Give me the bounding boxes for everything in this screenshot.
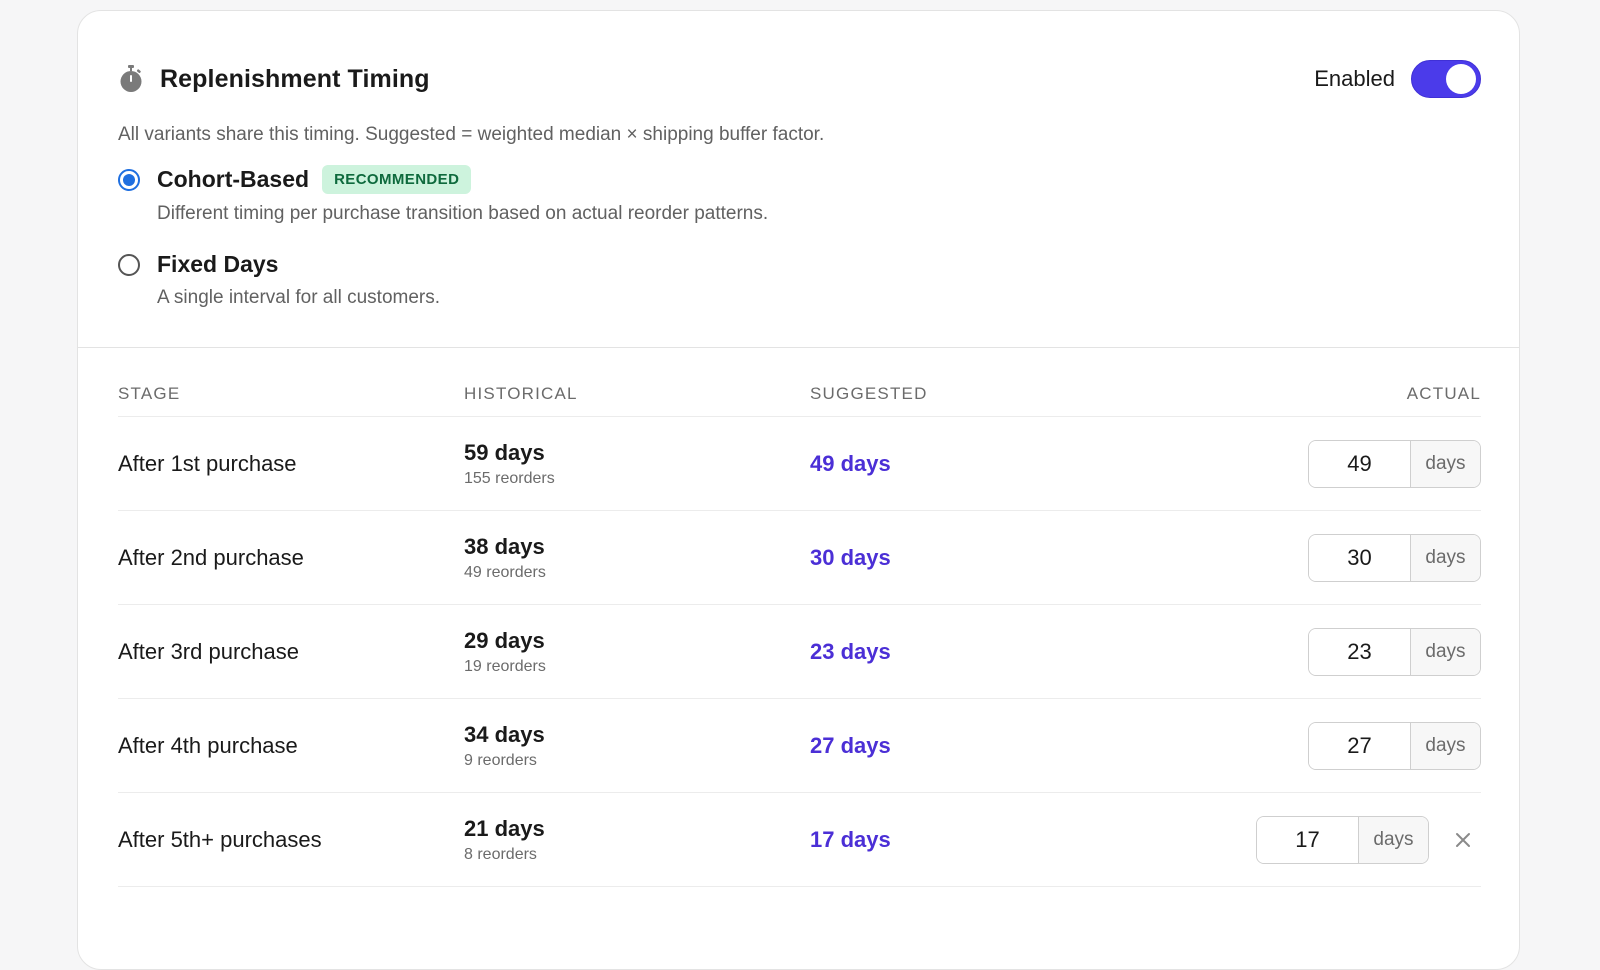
stage-label: After 2nd purchase bbox=[118, 544, 304, 570]
table-row: After 1st purchase 59 days 155 reorders … bbox=[118, 417, 1481, 511]
stopwatch-icon bbox=[120, 65, 142, 92]
historical-days: 59 days bbox=[464, 439, 545, 465]
radio-fixed-days[interactable] bbox=[118, 253, 140, 276]
option-description: A single interval for all customers. bbox=[157, 287, 441, 308]
section-divider bbox=[78, 347, 1519, 348]
option-label: Cohort-Based bbox=[157, 166, 310, 192]
historical-days: 21 days bbox=[464, 815, 545, 841]
replenishment-card: Replenishment Timing Enabled All variant… bbox=[77, 10, 1520, 970]
actual-days-group: days bbox=[1308, 721, 1481, 770]
actual-cell: days bbox=[1156, 721, 1481, 770]
reorder-count: 9 reorders bbox=[464, 751, 537, 769]
actual-days-input[interactable] bbox=[1309, 628, 1410, 675]
reorder-count: 49 reorders bbox=[464, 563, 546, 581]
table-row: After 5th+ purchases 21 days 8 reorders … bbox=[118, 793, 1481, 887]
remove-row-button[interactable] bbox=[1445, 822, 1481, 858]
suggested-days: 49 days bbox=[810, 450, 891, 476]
close-icon bbox=[1456, 832, 1470, 847]
actual-cell: days bbox=[1156, 439, 1481, 488]
header-suggested: SUGGESTED bbox=[810, 383, 928, 403]
option-fixed-days[interactable]: Fixed Days A single interval for all cus… bbox=[118, 251, 440, 309]
actual-days-group: days bbox=[1308, 439, 1481, 488]
historical-cell: 21 days 8 reorders bbox=[464, 816, 810, 864]
toggle-knob bbox=[1446, 64, 1476, 94]
option-description: Different timing per purchase transition… bbox=[157, 203, 769, 224]
unit-label: days bbox=[1410, 440, 1480, 487]
stage-label: After 5th+ purchases bbox=[118, 826, 322, 852]
option-label: Fixed Days bbox=[157, 251, 279, 277]
header-historical: HISTORICAL bbox=[464, 383, 578, 403]
actual-days-group: days bbox=[1308, 627, 1481, 676]
historical-days: 34 days bbox=[464, 721, 545, 747]
actual-days-group: days bbox=[1256, 815, 1429, 864]
unit-label: days bbox=[1410, 628, 1480, 675]
table-header: STAGE HISTORICAL SUGGESTED ACTUAL bbox=[118, 371, 1481, 417]
header-actual: ACTUAL bbox=[1406, 383, 1481, 403]
historical-cell: 38 days 49 reorders bbox=[464, 534, 810, 582]
toggle-label: Enabled bbox=[1314, 66, 1395, 91]
reorder-count: 8 reorders bbox=[464, 845, 537, 863]
option-row: Cohort-Based RECOMMENDED bbox=[118, 165, 768, 194]
unit-label: days bbox=[1410, 534, 1480, 581]
actual-cell: days bbox=[1156, 533, 1481, 582]
recommended-badge: RECOMMENDED bbox=[322, 165, 472, 194]
enabled-toggle[interactable] bbox=[1411, 60, 1481, 98]
historical-cell: 34 days 9 reorders bbox=[464, 722, 810, 770]
reorder-count: 155 reorders bbox=[464, 469, 555, 487]
title-group: Replenishment Timing bbox=[118, 65, 430, 94]
reorder-count: 19 reorders bbox=[464, 657, 546, 675]
header-stage: STAGE bbox=[118, 383, 181, 403]
actual-days-input[interactable] bbox=[1309, 440, 1410, 487]
unit-label: days bbox=[1358, 816, 1428, 863]
historical-days: 29 days bbox=[464, 627, 545, 653]
actual-cell: days bbox=[1156, 627, 1481, 676]
table-row: After 2nd purchase 38 days 49 reorders 3… bbox=[118, 511, 1481, 605]
card-description: All variants share this timing. Suggeste… bbox=[118, 124, 825, 145]
table-row: After 3rd purchase 29 days 19 reorders 2… bbox=[118, 605, 1481, 699]
page-title: Replenishment Timing bbox=[160, 64, 430, 93]
timing-table: STAGE HISTORICAL SUGGESTED ACTUAL After … bbox=[118, 371, 1481, 887]
unit-label: days bbox=[1410, 722, 1480, 769]
actual-cell: days bbox=[1156, 815, 1481, 864]
actual-days-group: days bbox=[1308, 533, 1481, 582]
enabled-toggle-group: Enabled bbox=[1314, 60, 1481, 98]
actual-days-input[interactable] bbox=[1309, 722, 1410, 769]
radio-cohort-based[interactable] bbox=[118, 168, 140, 191]
actual-days-input[interactable] bbox=[1309, 534, 1410, 581]
option-cohort-based[interactable]: Cohort-Based RECOMMENDED Different timin… bbox=[118, 165, 768, 225]
suggested-days: 30 days bbox=[810, 544, 891, 570]
option-row: Fixed Days bbox=[118, 251, 440, 278]
stage-label: After 1st purchase bbox=[118, 450, 297, 476]
historical-days: 38 days bbox=[464, 533, 545, 559]
stage-label: After 3rd purchase bbox=[118, 638, 299, 664]
actual-days-input[interactable] bbox=[1257, 816, 1358, 863]
table-row: After 4th purchase 34 days 9 reorders 27… bbox=[118, 699, 1481, 793]
suggested-days: 27 days bbox=[810, 732, 891, 758]
suggested-days: 23 days bbox=[810, 638, 891, 664]
historical-cell: 59 days 155 reorders bbox=[464, 440, 810, 488]
historical-cell: 29 days 19 reorders bbox=[464, 628, 810, 676]
stage-label: After 4th purchase bbox=[118, 732, 298, 758]
suggested-days: 17 days bbox=[810, 826, 891, 852]
card-header: Replenishment Timing Enabled bbox=[118, 55, 1481, 103]
